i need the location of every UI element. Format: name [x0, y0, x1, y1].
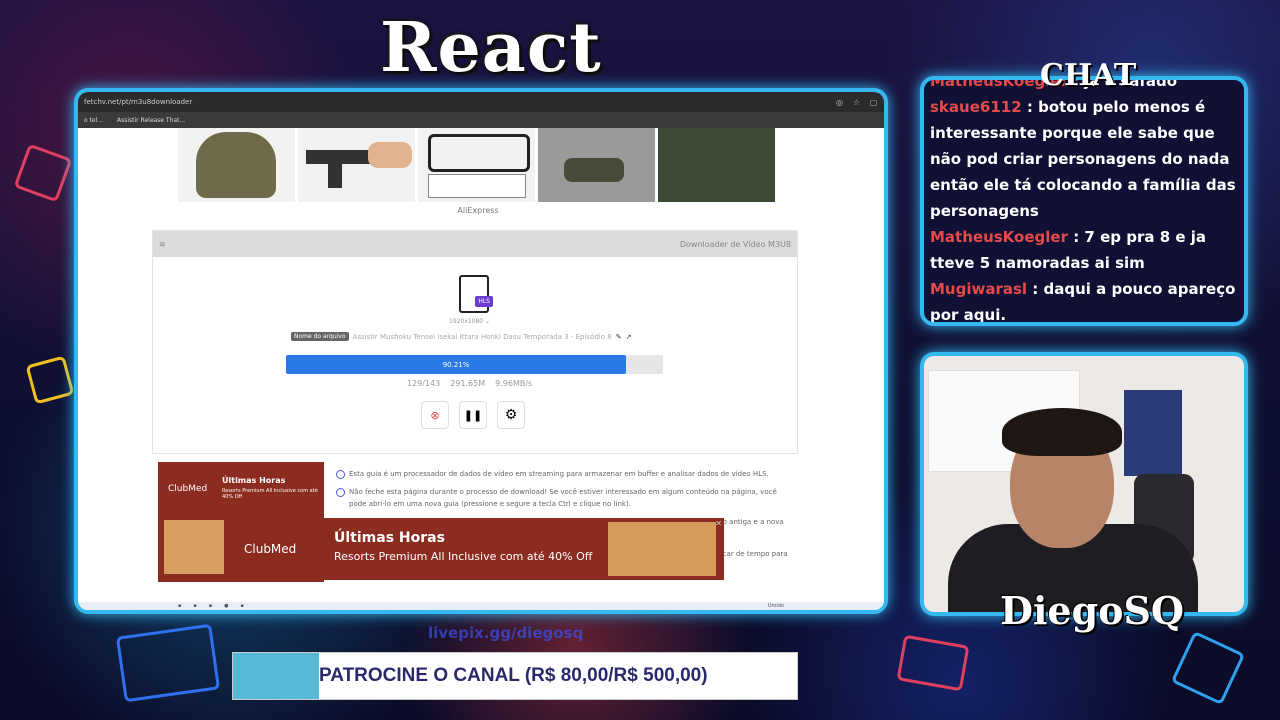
- pause-icon: ❚❚: [463, 408, 483, 422]
- downloader-title: Downloader de Vídeo M3U8: [679, 239, 791, 249]
- downloader-panel: ≋ Downloader de Vídeo M3U8 HLS 1920x1080…: [152, 230, 798, 454]
- file-name-row: Nome do arquivo Assistir Mushoku Tensei …: [291, 332, 631, 341]
- downloaded-size: 291.65M: [450, 379, 486, 388]
- downloader-header: ≋ Downloader de Vídeo M3U8: [153, 231, 797, 257]
- chat-panel: MatheusKoegler : ja e safado skaue6112 :…: [920, 76, 1248, 326]
- chat-messages: MatheusKoegler : ja e safado skaue6112 :…: [930, 80, 1240, 324]
- cancel-button[interactable]: ⊗: [421, 401, 449, 429]
- progress-label: 90.21%: [442, 360, 470, 369]
- bookmarks-bar: o tel... Assistir Release That...: [78, 112, 884, 128]
- aliexpress-label: AliExpress: [457, 206, 499, 215]
- address-bar[interactable]: fetchv.net/pt/m3u8downloader ◎ ☆ ▢: [78, 92, 884, 112]
- file-hls-icon: HLS: [459, 275, 493, 313]
- file-name-tag: Nome do arquivo: [291, 332, 349, 341]
- ad-photo: [608, 522, 716, 576]
- bullet-icon: [336, 470, 345, 479]
- settings-button[interactable]: ⚙: [497, 401, 525, 429]
- wifi-icon: ≋: [159, 239, 166, 249]
- segments-count: 129/143: [407, 379, 441, 388]
- url-text[interactable]: fetchv.net/pt/m3u8downloader: [84, 98, 827, 106]
- chat-message: skaue6112 : botou pelo menos é interessa…: [930, 98, 1236, 220]
- sponsor-goal-text: PATROCINE O CANAL (R$ 80,00/R$ 500,00): [319, 665, 708, 686]
- ad-photo: [164, 520, 224, 574]
- sponsor-goal-fill: [233, 653, 319, 699]
- wall-poster: [1124, 390, 1182, 476]
- chrome-icon[interactable]: ●: [224, 603, 228, 609]
- chat-title: CHAT: [1040, 58, 1137, 93]
- file-name: Assistir Mushoku Tensei Isekai Ittara Ho…: [352, 332, 612, 341]
- resolution-select[interactable]: 1920x1080 ⌄: [449, 318, 490, 325]
- taskbar-icon[interactable]: ▪: [193, 603, 196, 609]
- ad-brand: ClubMed: [244, 542, 297, 556]
- info-partial: ...o antiga e a nova: [716, 518, 784, 526]
- product-image-nightvision[interactable]: [538, 128, 655, 202]
- neon-decoration: [115, 623, 221, 703]
- open-external-icon[interactable]: ↗: [626, 333, 632, 341]
- taskbar-icon[interactable]: ▪: [209, 603, 212, 609]
- download-stats: 129/143 291.65M 9.96MB/s: [407, 379, 532, 388]
- pause-button[interactable]: ❚❚: [459, 401, 487, 429]
- chat-username: MatheusKoegler: [930, 228, 1068, 246]
- gear-icon: ⚙: [504, 407, 518, 423]
- product-image-gun[interactable]: [298, 128, 415, 202]
- os-taskbar: ▪ ▪ ▪ ● ▪ Úmido: [78, 602, 884, 610]
- hls-badge: HLS: [475, 296, 493, 307]
- cancel-circle-icon: ⊗: [430, 408, 440, 422]
- taskbar-icon[interactable]: ▪: [241, 603, 244, 609]
- eye-off-icon[interactable]: ◎: [835, 98, 844, 107]
- info-partial: ...car de tempo para: [716, 550, 788, 558]
- product-image-helmet[interactable]: [178, 128, 295, 202]
- info-item: Esta guia é um processador de dados de v…: [336, 468, 796, 480]
- web-page: AliExpress ≋ Downloader de Vídeo M3U8 HL…: [78, 128, 884, 610]
- sponsor-link: livepix.gg/diegosq: [428, 624, 584, 642]
- info-item: Não feche esta página durante o processo…: [336, 486, 796, 510]
- browser-capture: fetchv.net/pt/m3u8downloader ◎ ☆ ▢ o tel…: [74, 88, 888, 614]
- download-speed: 9.96MB/s: [495, 379, 533, 388]
- weather-label: Úmido: [767, 603, 784, 609]
- ad-headline: Últimas Horas: [334, 530, 445, 546]
- close-icon[interactable]: ✕: [715, 519, 722, 528]
- product-image-gokart[interactable]: [418, 128, 535, 202]
- taskbar-icon[interactable]: ▪: [178, 603, 181, 609]
- ad-subtext: Resorts Premium All Inclusive com até 40…: [334, 550, 593, 563]
- chat-text: botou pelo menos é interessante porque e…: [930, 98, 1236, 220]
- progress-fill: 90.21%: [286, 355, 627, 374]
- webcam-feed: [920, 352, 1248, 616]
- chat-username: skaue6112: [930, 98, 1022, 116]
- product-image-jacket[interactable]: [658, 128, 775, 202]
- star-icon[interactable]: ☆: [852, 98, 861, 107]
- ad-headline: Últimas Horas: [222, 476, 286, 485]
- chat-message: MatheusKoegler : 7 ep pra 8 e ja tteve 5…: [930, 228, 1207, 272]
- streamer-name: DiegoSQ: [1000, 588, 1185, 633]
- ad-subtext: Resorts Premium All Inclusive com até 40…: [222, 488, 318, 500]
- edit-icon[interactable]: ✎: [616, 333, 622, 341]
- bookmark-item[interactable]: Assistir Release That...: [117, 117, 185, 124]
- info-list: Esta guia é um processador de dados de v…: [336, 468, 796, 558]
- bullet-icon: [336, 488, 345, 497]
- product-strip: [178, 128, 778, 202]
- bookmark-item[interactable]: o tel...: [84, 117, 103, 124]
- download-progress-bar: 90.21%: [286, 355, 663, 374]
- clubmed-banner-ad[interactable]: ClubMed Últimas Horas Resorts Premium Al…: [226, 518, 724, 580]
- sponsor-goal-bar: PATROCINE O CANAL (R$ 80,00/R$ 500,00): [232, 652, 798, 700]
- download-controls: ⊗ ❚❚ ⚙: [421, 401, 525, 429]
- extensions-icon[interactable]: ▢: [869, 98, 878, 107]
- chevron-down-icon: ⌄: [485, 318, 491, 325]
- chat-message: Mugiwarasl : daqui a pouco apareço por a…: [930, 280, 1236, 324]
- streamer-hair: [1002, 408, 1122, 456]
- ad-brand: ClubMed: [168, 484, 208, 494]
- chat-username: Mugiwarasl: [930, 280, 1028, 298]
- react-logo-text: React: [380, 8, 602, 88]
